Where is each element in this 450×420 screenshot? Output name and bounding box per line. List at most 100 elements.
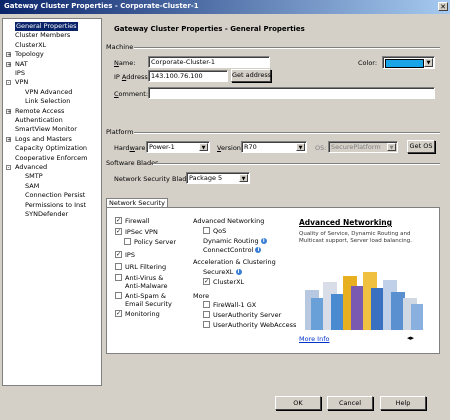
promo-title: Advanced Networking — [299, 218, 392, 227]
hardware-select[interactable]: Power-1 ▼ — [146, 141, 210, 153]
tree-item[interactable]: IPS — [15, 69, 25, 78]
get-os-button[interactable]: Get OS — [407, 140, 435, 153]
blade-label: IPS — [125, 251, 135, 259]
os-value: SecurePlatform — [331, 143, 381, 151]
tree-item[interactable]: SYNDefender — [25, 210, 68, 219]
name-field[interactable]: Corporate-Cluster-1 — [148, 56, 270, 68]
blade-label: Anti-Spam & — [125, 292, 166, 300]
collapse-icon[interactable]: - — [6, 165, 11, 171]
blade-label: Firewall — [125, 217, 150, 225]
blade-label: URL Filtering — [125, 263, 167, 271]
version-value: R70 — [244, 143, 257, 151]
help-button[interactable]: Help — [380, 396, 426, 410]
chevron-down-icon: ▼ — [199, 143, 208, 151]
blade-checkbox[interactable] — [115, 274, 122, 281]
info-icon[interactable]: i — [260, 238, 267, 244]
firewall-gx-checkbox[interactable] — [203, 301, 210, 308]
tree-item[interactable]: Capacity Optimization — [15, 144, 87, 153]
blade-label: Policy Server — [134, 238, 177, 246]
network-security-blades-select[interactable]: Package 5 ▼ — [186, 172, 250, 184]
ok-button[interactable]: OK — [275, 396, 321, 410]
qos-label: QoS — [213, 227, 227, 235]
blade-checkbox[interactable] — [124, 238, 131, 245]
connect-control-text: ConnectControl — [203, 246, 254, 254]
userauthority-server-checkbox[interactable] — [203, 311, 210, 318]
userauthority-webaccess-checkbox[interactable] — [203, 321, 210, 328]
expand-icon[interactable]: + — [6, 108, 11, 114]
connect-control-label: ConnectControl i — [203, 246, 262, 254]
expand-icon[interactable]: + — [6, 61, 11, 67]
ip-address-field[interactable]: 143.100.76.100 — [148, 70, 228, 82]
blade-checkbox[interactable]: ✓ — [115, 217, 122, 224]
tree-item[interactable]: Topology — [15, 50, 44, 59]
clusterxl-checkbox[interactable]: ✓ — [203, 278, 210, 285]
platform-section-label: Platform — [106, 128, 134, 136]
blade-label: Monitoring — [125, 310, 160, 318]
tree-item[interactable]: SmartView Monitor — [15, 125, 77, 134]
tree-item[interactable]: ClusterXL — [15, 41, 46, 50]
expand-icon[interactable]: + — [6, 52, 11, 58]
tree-item[interactable]: NAT — [15, 60, 28, 69]
clusterxl-label: ClusterXL — [213, 278, 245, 286]
firewall-gx-label: FireWall-1 GX — [213, 301, 257, 309]
dynamic-routing-label: Dynamic Routing i — [203, 237, 267, 245]
tree-item[interactable]: SMTP — [25, 172, 43, 181]
tree-item[interactable]: Logs and Masters — [15, 135, 72, 144]
advanced-networking-title: Advanced Networking — [193, 217, 265, 225]
blade-checkbox[interactable]: ✓ — [115, 310, 122, 317]
version-select[interactable]: R70 ▼ — [241, 141, 307, 153]
tree-item[interactable]: Cooperative Enforcem — [15, 154, 87, 163]
more-info-link[interactable]: More Info — [299, 335, 329, 343]
navigation-tree: General Properties Cluster Members Cluster… — [2, 18, 102, 386]
blade-label: IPSec VPN — [125, 228, 158, 236]
collapse-icon[interactable]: - — [6, 80, 11, 86]
blade-label-line2: Anti-Malware — [125, 282, 168, 290]
info-icon[interactable]: i — [255, 247, 262, 253]
ip-address-label: IP Address: — [114, 73, 150, 81]
tree-item[interactable]: Remote Access — [15, 107, 64, 116]
tree-item[interactable]: Advanced — [15, 163, 47, 172]
tree-item[interactable]: Authentication — [15, 116, 63, 125]
color-select[interactable]: ▼ — [382, 56, 435, 69]
tree-item[interactable]: Link Selection — [25, 97, 70, 106]
tree-item[interactable]: VPN — [15, 78, 28, 87]
version-label: Version: — [217, 144, 244, 152]
blade-checkbox[interactable]: ✓ — [115, 228, 122, 235]
qos-checkbox[interactable] — [203, 227, 210, 234]
cancel-button[interactable]: Cancel — [327, 396, 373, 410]
expand-icon[interactable]: + — [6, 136, 11, 142]
info-icon[interactable]: i — [235, 269, 242, 275]
tree-item[interactable]: Cluster Members — [15, 31, 70, 40]
blade-checkbox[interactable] — [115, 292, 122, 299]
window-title: Gateway Cluster Properties - Corporate-C… — [4, 2, 199, 10]
promo-description: Quality of Service, Dynamic Routing and … — [299, 231, 413, 244]
blades-illustration — [305, 272, 423, 330]
machine-section-label: Machine — [106, 43, 134, 51]
os-select: SecurePlatform ▼ — [328, 141, 398, 153]
tree-item[interactable]: VPN Advanced — [25, 88, 72, 97]
hardware-label: Hardware: — [114, 144, 148, 152]
color-label: Color: — [358, 59, 378, 67]
divider — [134, 132, 440, 134]
tree-item[interactable]: Connection Persist — [25, 191, 85, 200]
carousel-arrows-icon[interactable]: ◂▸ — [407, 334, 414, 342]
network-security-blades-value: Package 5 — [189, 174, 223, 182]
blade-checkbox[interactable]: ✓ — [115, 251, 122, 258]
blade-checkbox[interactable] — [115, 263, 122, 270]
blade-label-line2: Email Security — [125, 300, 172, 308]
close-icon[interactable]: ✕ — [438, 2, 448, 11]
chevron-down-icon: ▼ — [424, 58, 433, 67]
securexl-text: SecureXL — [203, 268, 234, 276]
userauthority-webaccess-label: UserAuthority WebAccess — [213, 321, 297, 329]
comment-field[interactable] — [148, 87, 435, 99]
divider — [153, 163, 440, 165]
comment-label: Comment: — [114, 90, 149, 98]
securexl-label: SecureXL i — [203, 268, 242, 276]
get-address-button[interactable]: Get address — [231, 69, 271, 82]
tree-item[interactable]: General Properties — [15, 22, 78, 31]
tree-item[interactable]: SAM — [25, 182, 39, 191]
chevron-down-icon: ▼ — [296, 143, 305, 151]
dynamic-routing-text: Dynamic Routing — [203, 237, 259, 245]
tree-item[interactable]: Permissions to Inst — [25, 201, 86, 210]
name-label: Name: — [114, 59, 136, 67]
